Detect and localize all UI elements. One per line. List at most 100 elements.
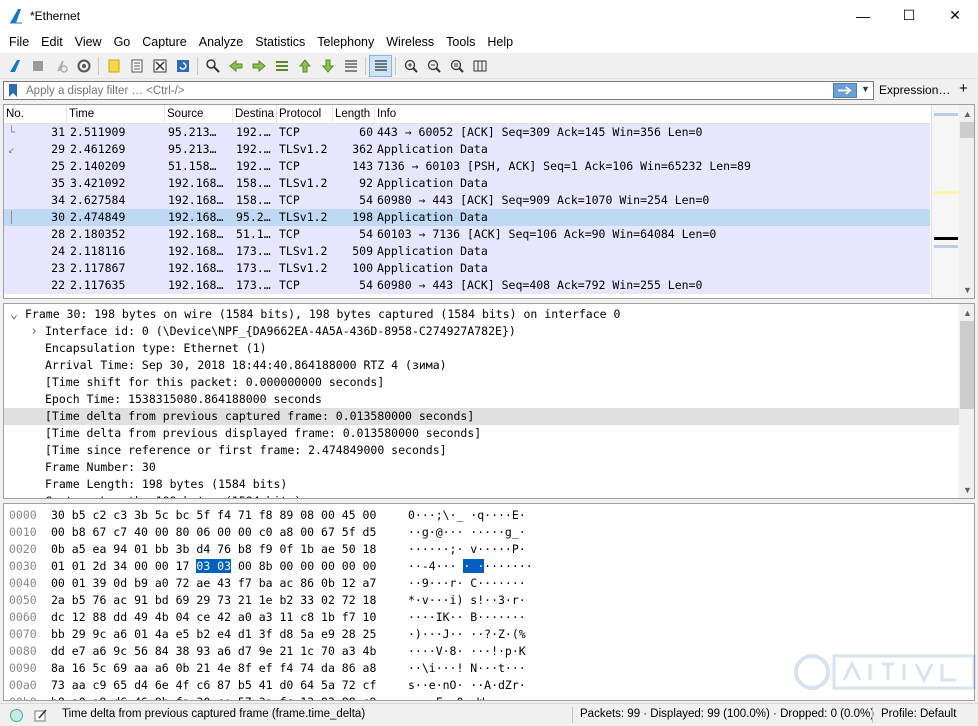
- column-header-protocol[interactable]: Protocol: [277, 105, 333, 124]
- reload-file-button[interactable]: [171, 55, 194, 77]
- packet-cell-time: 3.421092: [70, 176, 126, 190]
- autoscroll-button[interactable]: [339, 55, 362, 77]
- detail-row[interactable]: ⌄ Frame 30: 198 bytes on wire (1584 bits)…: [4, 306, 959, 323]
- menu-capture[interactable]: Capture: [136, 35, 192, 49]
- add-filter-button[interactable]: +: [959, 80, 968, 97]
- scroll-up-arrow[interactable]: ▲: [959, 105, 974, 122]
- menu-file[interactable]: File: [3, 35, 35, 49]
- packet-row[interactable]: ↙ 29 2.461269 95.213… 192.… TLSv1.2 362 Applica…: [4, 141, 930, 158]
- menu-telephony[interactable]: Telephony: [311, 35, 380, 49]
- detail-row[interactable]: Frame Length: 198 bytes (1584 bits): [4, 476, 959, 493]
- detail-row[interactable]: [Time since reference or first frame: 2.…: [4, 442, 959, 459]
- packet-row[interactable]: └ 31 2.511909 95.213… 192.… TCP 60 443 → 60052 …: [4, 124, 930, 141]
- profile-label[interactable]: Profile: Default: [881, 708, 956, 720]
- packet-row[interactable]: 28 2.180352 192.168… 51.1… TCP 54 60103 → 7136…: [4, 226, 930, 243]
- go-last-button[interactable]: [316, 55, 339, 77]
- packet-cell-len: 92: [359, 176, 373, 190]
- colorize-button[interactable]: [369, 54, 392, 77]
- maximize-button[interactable]: ☐: [886, 0, 932, 31]
- detail-row[interactable]: [Time shift for this packet: 0.000000000…: [4, 374, 959, 391]
- minimap-mark: [934, 191, 958, 194]
- menu-help[interactable]: Help: [481, 35, 519, 49]
- hex-bytes: bb 29 9c a6 01 4a e5 b2 e4 d1 3f d8 5a e…: [51, 627, 377, 641]
- menu-view[interactable]: View: [69, 35, 108, 49]
- packet-list-scrollbar[interactable]: ▲ ▼: [959, 105, 974, 298]
- close-file-button[interactable]: [148, 55, 171, 77]
- packet-row[interactable]: 24 2.118116 192.168… 173.… TLSv1.2 509 Applica…: [4, 243, 930, 260]
- column-header-length[interactable]: Length: [333, 105, 375, 124]
- column-header-no[interactable]: No.: [4, 105, 67, 124]
- scroll-down-arrow[interactable]: ▼: [959, 481, 974, 498]
- detail-text: Capture Length: 198 bytes (1584 bits): [45, 493, 301, 498]
- packet-row[interactable]: 22 2.117635 192.168… 173.… TCP 54 60980 → 443 …: [4, 277, 930, 294]
- menu-edit[interactable]: Edit: [35, 35, 69, 49]
- expert-info-icon[interactable]: [9, 708, 24, 723]
- minimize-button[interactable]: —: [840, 0, 886, 31]
- scroll-down-arrow[interactable]: ▼: [959, 281, 974, 298]
- detail-row[interactable]: › Interface id: 0 (\Device\NPF_{DA9662EA-…: [4, 323, 959, 340]
- filter-history-dropdown[interactable]: ▼: [861, 84, 870, 94]
- restart-capture-button[interactable]: [49, 55, 72, 77]
- apply-filter-button[interactable]: [833, 83, 857, 98]
- edit-comment-icon[interactable]: [33, 708, 48, 723]
- minimap-mark: [934, 113, 958, 116]
- packet-counts: Packets: 99 · Displayed: 99 (100.0%) · D…: [580, 708, 875, 720]
- find-packet-button[interactable]: [201, 55, 224, 77]
- menu-analyze[interactable]: Analyze: [193, 35, 249, 49]
- toolbar-separator: [197, 56, 198, 75]
- find-packet-icon: [205, 58, 220, 73]
- expand-arrow-icon[interactable]: ⌄: [9, 306, 19, 323]
- detail-row[interactable]: Epoch Time: 1538315080.864188000 seconds: [4, 391, 959, 408]
- packet-row[interactable]: │ 30 2.474849 192.168… 95.2… TLSv1.2 198 Applic…: [4, 209, 930, 226]
- column-header-source[interactable]: Source: [165, 105, 233, 124]
- start-capture-button[interactable]: [3, 55, 26, 77]
- hex-bytes: 8a 16 5c 69 aa a6 0b 21 4e 8f ef f4 74 d…: [51, 661, 377, 675]
- go-first-button[interactable]: [293, 55, 316, 77]
- detail-row[interactable]: Arrival Time: Sep 30, 2018 18:44:40.8641…: [4, 357, 959, 374]
- save-file-button[interactable]: [125, 55, 148, 77]
- zoom-in-button[interactable]: [399, 55, 422, 77]
- menu-wireless[interactable]: Wireless: [380, 35, 440, 49]
- column-header-time[interactable]: Time: [67, 105, 165, 124]
- packet-cell-src: 192.168…: [168, 278, 224, 292]
- hex-bytes: 00 01 39 0d b9 a0 72 ae 43 f7 ba ac 86 0…: [51, 576, 377, 590]
- column-header-destination[interactable]: Destina: [233, 105, 277, 124]
- stop-capture-button[interactable]: [26, 55, 49, 77]
- packet-row[interactable]: 34 2.627584 192.168… 158.… TCP 54 60980 → 443 …: [4, 192, 930, 209]
- capture-options-button[interactable]: [72, 55, 95, 77]
- packet-minimap[interactable]: [931, 105, 959, 298]
- open-file-button[interactable]: [102, 55, 125, 77]
- packet-row[interactable]: 23 2.117867 192.168… 173.… TLSv1.2 100 Applica…: [4, 260, 930, 277]
- ascii-bytes: ··\i···! N···t···: [408, 661, 526, 675]
- menu-statistics[interactable]: Statistics: [249, 35, 311, 49]
- detail-row[interactable]: [Time delta from previous captured frame…: [4, 408, 959, 425]
- collapsed-arrow-icon[interactable]: ›: [29, 323, 39, 340]
- packet-cell-info: Application Data: [377, 176, 488, 190]
- close-button[interactable]: ✕: [932, 0, 978, 31]
- go-to-packet-button[interactable]: [270, 55, 293, 77]
- zoom-normal-button[interactable]: [445, 55, 468, 77]
- scroll-thumb[interactable]: [960, 122, 974, 138]
- detail-row[interactable]: Capture Length: 198 bytes (1584 bits): [4, 493, 959, 498]
- column-header-info[interactable]: Info: [375, 105, 930, 124]
- display-filter-input[interactable]: [26, 84, 816, 97]
- menu-tools[interactable]: Tools: [440, 35, 481, 49]
- go-forward-button[interactable]: [247, 55, 270, 77]
- menu-go[interactable]: Go: [108, 35, 137, 49]
- packet-row[interactable]: 25 2.140209 51.158… 192.… TCP 143 7136 → 60103…: [4, 158, 930, 175]
- packet-row[interactable]: 35 3.421092 192.168… 158.… TLSv1.2 92 Applicat…: [4, 175, 930, 192]
- scroll-up-arrow[interactable]: ▲: [959, 304, 974, 321]
- bookmark-icon[interactable]: [6, 83, 20, 98]
- toolbar-separator: [395, 56, 396, 75]
- detail-row[interactable]: Encapsulation type: Ethernet (1): [4, 340, 959, 357]
- zoom-out-button[interactable]: [422, 55, 445, 77]
- go-back-button[interactable]: [224, 55, 247, 77]
- scroll-thumb[interactable]: [960, 321, 974, 409]
- detail-row[interactable]: Frame Number: 30: [4, 459, 959, 476]
- detail-row[interactable]: [Time delta from previous displayed fram…: [4, 425, 959, 442]
- display-filter-field[interactable]: ▼: [3, 81, 874, 100]
- details-scrollbar[interactable]: ▲ ▼: [959, 304, 974, 498]
- ascii-bytes: 0···;\·_ ·q····E·: [408, 508, 526, 522]
- expression-button[interactable]: Expression…: [879, 83, 950, 97]
- resize-columns-button[interactable]: [468, 55, 491, 77]
